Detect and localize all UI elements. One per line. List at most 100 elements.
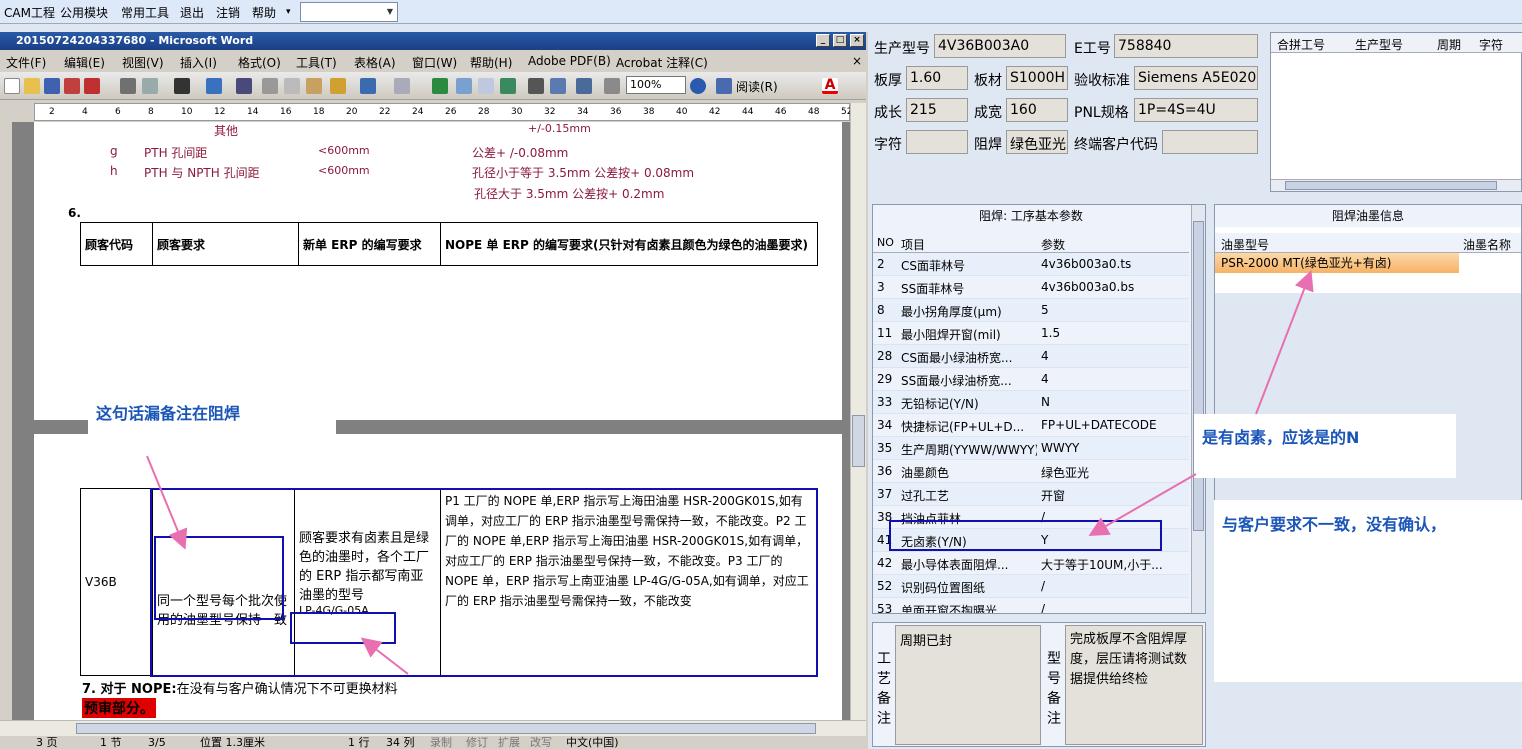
word-menu-window[interactable]: 窗口(W) bbox=[412, 54, 457, 71]
insert-table-icon[interactable] bbox=[478, 78, 494, 94]
read-icon[interactable] bbox=[716, 78, 732, 94]
job-field[interactable]: 758840 bbox=[1114, 34, 1258, 58]
param-row[interactable]: 42 最小导体表面阻焊... 大于等于10UM,小于... bbox=[873, 552, 1189, 575]
craft-notes-text[interactable]: 周期已封 bbox=[895, 625, 1041, 745]
word-menu-adobe-pdf[interactable]: Adobe PDF(B) bbox=[528, 54, 611, 68]
cust-field[interactable] bbox=[1162, 130, 1258, 154]
word-menu-edit[interactable]: 编辑(E) bbox=[64, 54, 105, 71]
undo-icon[interactable] bbox=[360, 78, 376, 94]
print-preview-icon[interactable] bbox=[142, 78, 158, 94]
word-horizontal-scrollbar[interactable] bbox=[0, 720, 866, 736]
zoom-select[interactable]: 100% bbox=[626, 76, 686, 94]
research-icon[interactable] bbox=[236, 78, 252, 94]
wid-field[interactable]: 160 bbox=[1006, 98, 1068, 122]
param-row[interactable]: 35 生产周期(YYWW/WWYY) WWYY bbox=[873, 437, 1189, 460]
mat-field[interactable]: S1000H bbox=[1006, 66, 1068, 90]
params-grid[interactable]: 阻焊: 工序基本参数 NO 项目 参数 2 CS面菲林号 4v36b003a0.ts… bbox=[872, 204, 1206, 614]
spelling-icon[interactable] bbox=[206, 78, 222, 94]
format-painter-icon[interactable] bbox=[330, 78, 346, 94]
mask-field[interactable]: 绿色亚光 bbox=[1006, 130, 1068, 154]
close-doc-icon[interactable]: × bbox=[852, 54, 862, 68]
app-combo[interactable]: ▼ bbox=[300, 2, 398, 22]
param-row[interactable]: 3 SS面菲林号 4v36b003a0.bs bbox=[873, 276, 1189, 299]
read-button[interactable]: 阅读(R) bbox=[736, 78, 778, 95]
status-ext[interactable]: 扩展 bbox=[498, 736, 520, 749]
highlight-halogen-box bbox=[889, 520, 1162, 551]
font-color-icon[interactable]: A bbox=[822, 78, 838, 94]
word-menu-acrobat[interactable]: Acrobat 注释(C) bbox=[616, 54, 708, 71]
thick-field[interactable]: 1.60 bbox=[906, 66, 968, 90]
merge-grid[interactable]: 合拼工号 生产型号 周期 字符 bbox=[1270, 32, 1522, 192]
trad-simp-icon[interactable] bbox=[174, 78, 190, 94]
scroll-thumb[interactable] bbox=[852, 415, 865, 467]
param-row[interactable]: 52 识别码位置图纸 / bbox=[873, 575, 1189, 598]
word-menu-table[interactable]: 表格(A) bbox=[354, 54, 396, 71]
help-dropdown-arrow-icon[interactable]: ▾ bbox=[286, 7, 291, 17]
word-menu-view[interactable]: 视图(V) bbox=[122, 54, 164, 71]
param-row[interactable]: 36 油墨颜色 绿色亚光 bbox=[873, 460, 1189, 483]
param-no: 11 bbox=[877, 326, 893, 340]
copy-icon[interactable] bbox=[284, 78, 300, 94]
model-notes-text[interactable]: 完成板厚不含阻焊厚度，层压请将测试数据提供给终检 bbox=[1065, 625, 1203, 745]
status-ovr[interactable]: 改写 bbox=[530, 736, 552, 749]
print-icon[interactable] bbox=[120, 78, 136, 94]
word-menu-tools[interactable]: 工具(T) bbox=[296, 54, 337, 71]
drawing-icon[interactable] bbox=[550, 78, 566, 94]
doc-map-icon[interactable] bbox=[576, 78, 592, 94]
merge-hscroll-thumb[interactable] bbox=[1285, 181, 1497, 190]
ruler-tick: 38 bbox=[643, 107, 655, 117]
menu-logout[interactable]: 注销 bbox=[216, 4, 240, 21]
hscroll-thumb[interactable] bbox=[76, 723, 816, 734]
save-icon[interactable] bbox=[44, 78, 60, 94]
param-row[interactable]: 53 单面开窗不掏曝光... / bbox=[873, 598, 1189, 613]
tables-borders-icon[interactable] bbox=[456, 78, 472, 94]
columns-icon[interactable] bbox=[528, 78, 544, 94]
hyperlink-icon[interactable] bbox=[432, 78, 448, 94]
menu-common-tools[interactable]: 常用工具 bbox=[121, 4, 169, 21]
word-vertical-scrollbar[interactable] bbox=[850, 103, 866, 720]
std-field[interactable]: Siemens A5E0202 bbox=[1134, 66, 1258, 90]
param-row[interactable]: 37 过孔工艺 开窗 bbox=[873, 483, 1189, 506]
maximize-button[interactable]: □ bbox=[833, 34, 847, 47]
menu-common-module[interactable]: 公用模块 bbox=[60, 4, 108, 21]
redo-icon[interactable] bbox=[394, 78, 410, 94]
param-row[interactable]: 28 CS面最小绿油桥宽... 4 bbox=[873, 345, 1189, 368]
menu-cam[interactable]: CAM工程 bbox=[4, 4, 55, 21]
len-field[interactable]: 215 bbox=[906, 98, 968, 122]
param-no: 2 bbox=[877, 257, 885, 271]
menu-help[interactable]: 帮助 bbox=[252, 4, 276, 21]
param-row[interactable]: 11 最小阻焊开窗(mil) 1.5 bbox=[873, 322, 1189, 345]
word-menu-format[interactable]: 格式(O) bbox=[238, 54, 281, 71]
help-icon[interactable] bbox=[690, 78, 706, 94]
param-row[interactable]: 8 最小拐角厚度(μm) 5 bbox=[873, 299, 1189, 322]
permission-icon[interactable] bbox=[64, 78, 80, 94]
status-rec[interactable]: 录制 bbox=[430, 736, 452, 749]
g-cond: <600mm bbox=[318, 144, 370, 157]
word-menu-file[interactable]: 文件(F) bbox=[6, 54, 46, 71]
minimize-button[interactable]: _ bbox=[816, 34, 830, 47]
params-vscroll-thumb[interactable] bbox=[1193, 221, 1204, 531]
status-trk[interactable]: 修订 bbox=[466, 736, 488, 749]
word-menu-insert[interactable]: 插入(I) bbox=[180, 54, 217, 71]
pdf-icon[interactable] bbox=[84, 78, 100, 94]
pnl-field[interactable]: 1P=4S=4U bbox=[1134, 98, 1258, 122]
param-row[interactable]: 33 无铅标记(Y/N) N bbox=[873, 391, 1189, 414]
param-row[interactable]: 29 SS面最小绿油桥宽... 4 bbox=[873, 368, 1189, 391]
new-doc-icon[interactable] bbox=[4, 78, 20, 94]
menu-exit[interactable]: 退出 bbox=[180, 4, 204, 21]
show-hide-icon[interactable] bbox=[604, 78, 620, 94]
open-icon[interactable] bbox=[24, 78, 40, 94]
char-field[interactable] bbox=[906, 130, 968, 154]
paste-icon[interactable] bbox=[306, 78, 322, 94]
insert-excel-icon[interactable] bbox=[500, 78, 516, 94]
word-menu-help[interactable]: 帮助(H) bbox=[470, 54, 512, 71]
close-button[interactable]: × bbox=[850, 34, 864, 47]
param-row[interactable]: 2 CS面菲林号 4v36b003a0.ts bbox=[873, 253, 1189, 276]
merge-hscroll[interactable] bbox=[1271, 179, 1521, 191]
model-field[interactable]: 4V36B003A0 bbox=[934, 34, 1066, 58]
param-row[interactable]: 34 快捷标记(FP+UL+D... FP+UL+DATECODE bbox=[873, 414, 1189, 437]
cut-icon[interactable] bbox=[262, 78, 278, 94]
params-vscroll[interactable] bbox=[1191, 205, 1205, 613]
param-value: N bbox=[1041, 395, 1050, 409]
ink-row-selected[interactable]: PSR-2000 MT(绿色亚光+有卤) bbox=[1215, 253, 1459, 273]
